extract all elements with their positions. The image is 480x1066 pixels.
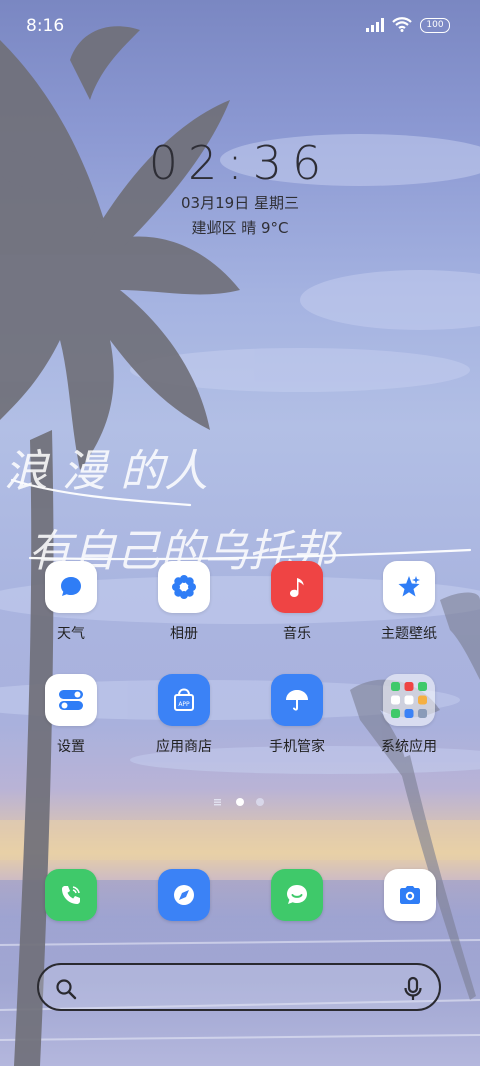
app-label-gallery: 相册: [170, 626, 198, 642]
app-settings[interactable]: 设置: [16, 674, 126, 756]
phone-icon: [62, 886, 80, 904]
shopping-bag-icon: APP: [174, 688, 194, 711]
wifi-icon: [392, 17, 412, 32]
app-label-settings: 设置: [57, 739, 85, 755]
clock-widget-time[interactable]: 02:36: [0, 136, 480, 190]
compass-icon: [174, 885, 194, 905]
page-indicator[interactable]: [212, 797, 272, 807]
page-indicator-list-icon: [214, 799, 221, 806]
app-icon-settings: [45, 674, 97, 726]
app-folder-system[interactable]: 系统应用: [354, 674, 464, 756]
app-icon-gallery: [158, 561, 210, 613]
app-store[interactable]: APP 应用商店: [129, 674, 239, 756]
clock-widget-weather: 建邺区 晴 9°C: [191, 219, 289, 237]
app-label-weather: 天气: [57, 626, 85, 642]
umbrella-icon: [286, 690, 308, 711]
search-icon[interactable]: [55, 978, 77, 1000]
home-screen: 浪 漫 的人 有自己的乌托邦 8:16 100 02:36 03月19日 星期三…: [0, 0, 480, 1066]
dock-camera[interactable]: [384, 869, 436, 921]
search-bar[interactable]: [37, 963, 441, 1011]
app-gallery[interactable]: 相册: [129, 561, 239, 643]
signal-icon: [366, 18, 384, 32]
folder-icon: [391, 682, 427, 718]
camera-icon: [400, 886, 420, 904]
dock-phone[interactable]: [45, 869, 97, 921]
gear-flower-icon: [172, 575, 196, 599]
clock-widget-date: 03月19日 星期三: [181, 194, 299, 212]
app-icon-weather: [45, 561, 97, 613]
status-time: 8:16: [26, 16, 65, 36]
app-icon-folder: [383, 674, 435, 726]
microphone-icon[interactable]: [403, 976, 423, 1002]
app-label-music: 音乐: [283, 626, 311, 642]
dock-messages[interactable]: [271, 869, 323, 921]
app-themes[interactable]: 主题壁纸: [354, 561, 464, 643]
app-icon-store: APP: [158, 674, 210, 726]
app-label-phone-manager: 手机管家: [269, 739, 325, 755]
status-bar: 8:16 100: [0, 0, 480, 50]
app-weather[interactable]: 天气: [16, 561, 126, 643]
music-note-icon: [290, 578, 304, 597]
app-icon-music: [271, 561, 323, 613]
toggle-switches-icon: [59, 690, 83, 710]
chat-bubble-icon: [61, 577, 81, 596]
app-music[interactable]: 音乐: [242, 561, 352, 643]
app-label-themes: 主题壁纸: [381, 626, 437, 642]
dock-browser[interactable]: [158, 869, 210, 921]
page-indicator-dot: [256, 798, 264, 806]
app-icon-phone-manager: [271, 674, 323, 726]
star-sparkle-icon: [398, 576, 420, 597]
app-label-folder-system: 系统应用: [381, 739, 437, 755]
lettering-line1: 浪 漫 的人: [4, 446, 208, 497]
message-icon: [287, 885, 307, 904]
battery-indicator: 100: [420, 18, 450, 33]
app-badge-text: APP: [178, 701, 190, 708]
app-label-store: 应用商店: [156, 739, 212, 755]
app-icon-themes: [383, 561, 435, 613]
page-indicator-dot-active: [236, 798, 244, 806]
app-phone-manager[interactable]: 手机管家: [242, 674, 352, 756]
